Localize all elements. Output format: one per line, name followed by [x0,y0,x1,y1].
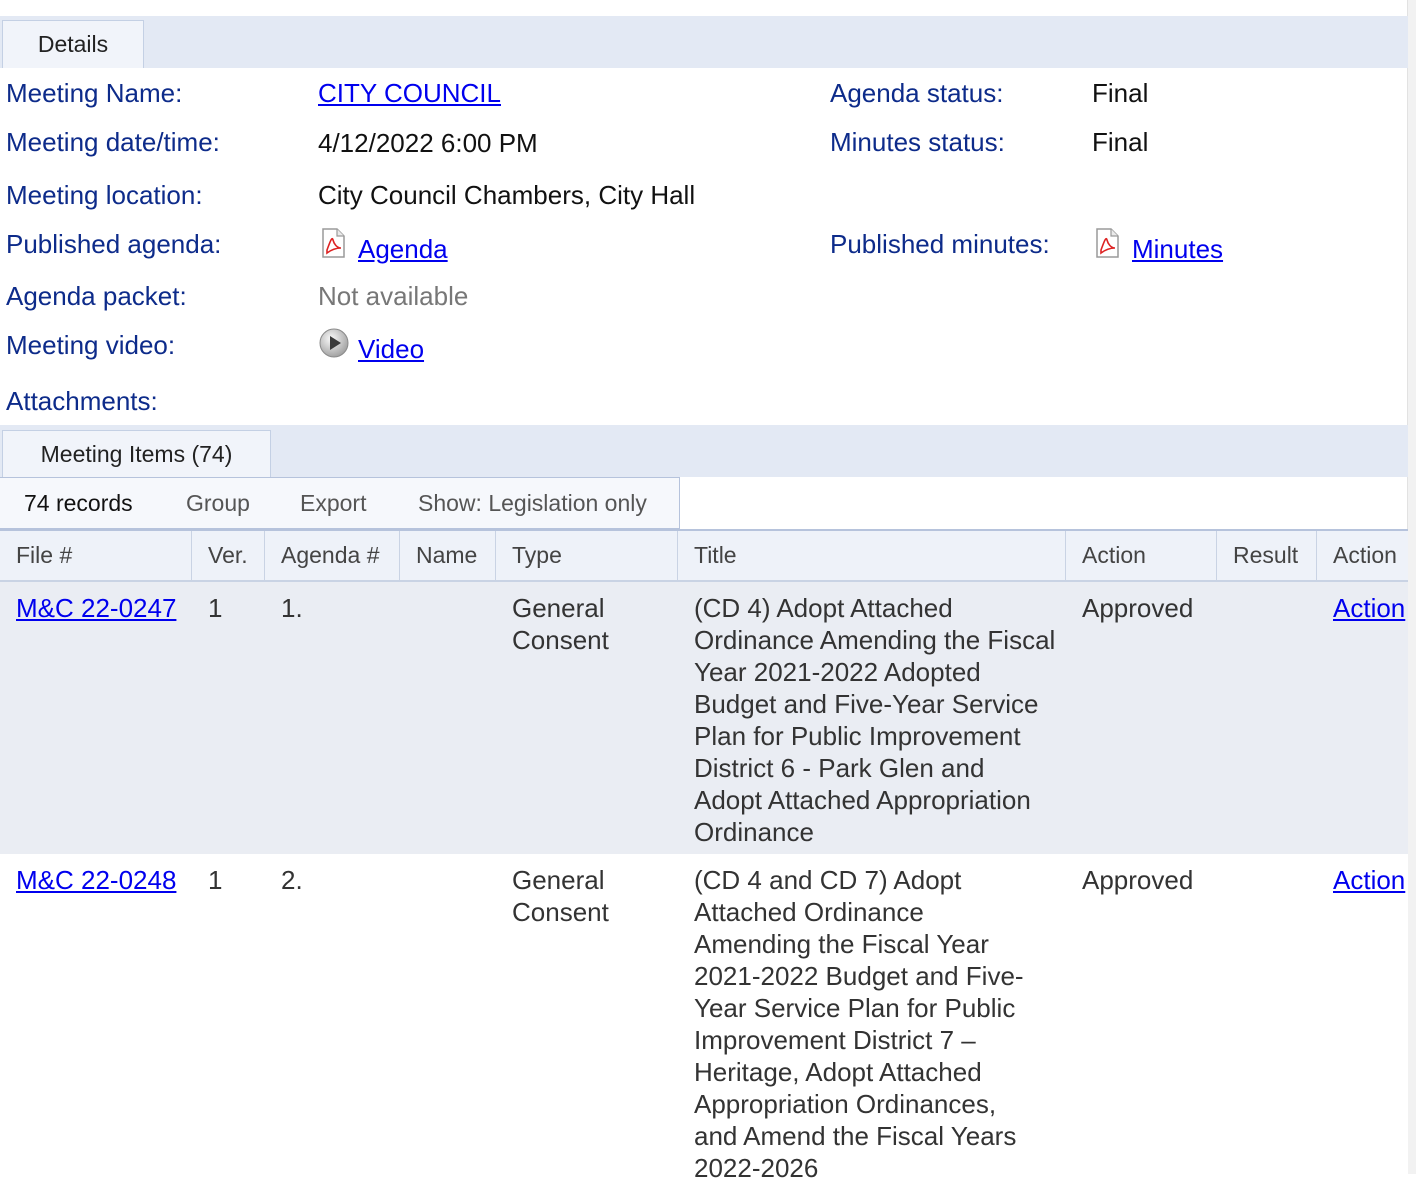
file-number-link[interactable]: M&C 22-0247 [16,592,176,624]
show-filter-button[interactable]: Show: Legislation only [418,490,647,517]
type-cell: General Consent [512,865,609,927]
export-button[interactable]: Export [300,490,366,517]
action-cell: Approved [1082,865,1194,895]
tab-details[interactable]: Details [2,20,144,68]
details-tabstrip: Details [0,16,1408,68]
column-header-ver[interactable]: Ver. [192,531,265,580]
column-header-file[interactable]: File # [0,531,192,580]
title-cell: (CD 4 and CD 7) Adopt Attached Ordinance… [694,865,1024,1183]
column-header-type[interactable]: Type [496,531,678,580]
pdf-icon[interactable] [320,228,346,258]
agenda-packet-value: Not available [318,281,469,311]
column-header-agenda[interactable]: Agenda # [265,531,400,580]
agenda-status-value: Final [1092,78,1149,108]
meeting-items-tabstrip: Meeting Items (74) [0,425,1408,477]
type-cell: General Consent [512,593,609,655]
meeting-datetime-label: Meeting date/time: [6,127,220,157]
table-row: M&C 22-0247 1 1. General Consent (CD 4) … [0,582,1408,854]
action-details-link[interactable]: Action [1333,592,1405,624]
column-header-title[interactable]: Title [678,531,1066,580]
meeting-datetime-value: 4/12/2022 6:00 PM [318,128,538,158]
tab-meeting-items[interactable]: Meeting Items (74) [2,430,271,477]
grid-toolbar: 74 records Group Export Show: Legislatio… [0,477,680,529]
table-row: M&C 22-0248 1 2. General Consent (CD 4 a… [0,854,1408,1183]
published-minutes-link[interactable]: Minutes [1132,234,1223,265]
meeting-video-link[interactable]: Video [358,334,424,365]
published-agenda-link[interactable]: Agenda [358,234,448,265]
agenda-status-label: Agenda status: [830,78,1004,108]
meeting-name-label: Meeting Name: [6,78,183,108]
meeting-location-label: Meeting location: [6,180,203,210]
version-cell: 1 [208,865,223,895]
records-count: 74 records [24,490,133,516]
action-cell: Approved [1082,593,1194,623]
column-header-action-details[interactable]: Action [1317,531,1408,580]
action-details-link[interactable]: Action [1333,864,1405,896]
column-header-action[interactable]: Action [1066,531,1217,580]
table-header: File # Ver. Agenda # Name Type Title Act… [0,529,1408,582]
meeting-name-link[interactable]: CITY COUNCIL [318,78,501,109]
minutes-status-value: Final [1092,127,1149,157]
vertical-scrollbar[interactable] [1407,0,1416,1174]
published-agenda-label: Published agenda: [6,229,222,259]
column-header-result[interactable]: Result [1217,531,1317,580]
minutes-status-label: Minutes status: [830,127,1005,157]
agenda-number-cell: 1. [281,593,303,623]
group-button[interactable]: Group [186,490,250,517]
published-minutes-label: Published minutes: [830,229,1050,259]
agenda-number-cell: 2. [281,865,303,895]
title-cell: (CD 4) Adopt Attached Ordinance Amending… [694,593,1056,847]
meeting-location-value: City Council Chambers, City Hall [318,180,696,210]
version-cell: 1 [208,593,223,623]
agenda-packet-label: Agenda packet: [6,281,187,311]
column-header-name[interactable]: Name [400,531,496,580]
file-number-link[interactable]: M&C 22-0248 [16,864,176,896]
attachments-label: Attachments: [6,386,158,416]
pdf-icon[interactable] [1094,228,1120,258]
video-play-icon[interactable] [318,327,350,359]
meeting-video-label: Meeting video: [6,330,176,360]
